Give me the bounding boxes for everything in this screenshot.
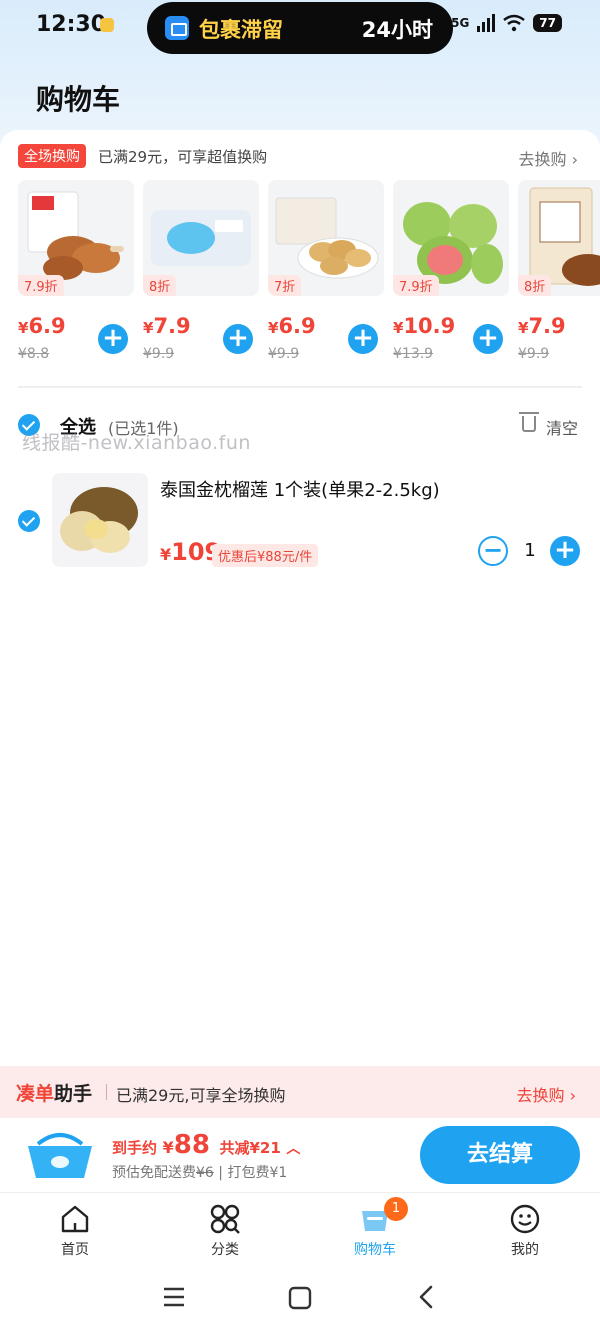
clear-button[interactable]: 清空	[546, 415, 578, 439]
discount-badge: 7.9折	[18, 275, 64, 296]
checkout-button[interactable]: 去结算	[420, 1126, 580, 1184]
order-helper-bar: 凑单助手 已满29元,可享全场换购 去换购 ›	[0, 1066, 600, 1118]
island-text: 包裹滞留	[199, 18, 283, 42]
after-discount-badge: 优惠后¥88元/件	[212, 544, 319, 567]
cart-count-badge: 1	[384, 1197, 408, 1221]
add-to-cart-button[interactable]: +	[98, 324, 128, 354]
basket-icon	[28, 1133, 92, 1178]
product-card[interactable]: 8折 ¥7.9 + ¥9.9	[143, 180, 260, 370]
original-price: ¥8.8	[18, 346, 50, 362]
product-card[interactable]: 7.9折 ¥10.9 + ¥13.9	[393, 180, 510, 370]
product-price: ¥7.9	[518, 314, 566, 338]
product-price: ¥7.9	[143, 314, 191, 338]
promo-go-button[interactable]: 去换购 ›	[518, 146, 578, 170]
island-duration: 24小时	[361, 18, 433, 42]
category-icon	[210, 1204, 240, 1234]
beef-tofu-snack-image: 8折	[518, 180, 600, 296]
helper-go-button[interactable]: 去换购 ›	[516, 1082, 576, 1106]
status-icons: 5G 77	[451, 14, 562, 32]
savings-text: 共减¥21	[219, 1139, 281, 1157]
battery-indicator: 77	[533, 14, 562, 32]
back-icon[interactable]	[416, 1284, 436, 1310]
home-icon	[61, 1205, 89, 1233]
exchange-products[interactable]: 7.9折 ¥6.9 + ¥8.8 8折 ¥7.9 + ¥9.9 7折 ¥6.9 …	[18, 180, 600, 370]
tab-profile[interactable]: 我的	[450, 1193, 600, 1263]
add-to-cart-button[interactable]: +	[348, 324, 378, 354]
helper-title: 凑单助手	[16, 1083, 93, 1105]
discount-badge: 8折	[143, 275, 177, 296]
original-price: ¥9.9	[518, 346, 550, 362]
divider	[18, 386, 582, 388]
profile-icon	[510, 1204, 540, 1234]
product-price: ¥6.9	[268, 314, 316, 338]
helper-description: 已满29元,可享全场换购	[116, 1086, 286, 1105]
status-time: 12:30	[36, 12, 107, 37]
discount-badge: 7.9折	[393, 275, 439, 296]
quantity-decrease-button[interactable]: −	[478, 536, 508, 566]
product-card[interactable]: 7.9折 ¥6.9 + ¥8.8	[18, 180, 135, 370]
discount-badge: 7折	[268, 275, 302, 296]
original-price: ¥9.9	[268, 346, 300, 362]
item-checkbox[interactable]	[18, 510, 40, 532]
watermark-text: 线报酷-new.xianbao.fun	[22, 432, 251, 454]
braised-chicken-leg-image: 7.9折	[18, 180, 134, 296]
original-price: ¥9.9	[143, 346, 175, 362]
product-price: ¥10.9	[393, 314, 456, 338]
home-square-icon[interactable]	[288, 1286, 312, 1310]
fee-info: 预估免配送费¥6 | 打包费¥1	[112, 1165, 288, 1181]
promo-tag: 全场换购	[18, 144, 86, 168]
helper-separator	[106, 1084, 107, 1100]
chevron-right-icon: ›	[571, 150, 578, 169]
add-to-cart-button[interactable]: +	[223, 324, 253, 354]
promo-description: 已满29元，可享超值换购	[98, 147, 268, 166]
discount-badge: 8折	[518, 275, 552, 296]
product-price: ¥6.9	[18, 314, 66, 338]
tab-home[interactable]: 首页	[0, 1193, 150, 1263]
promo-row: 全场换购 已满29元，可享超值换购 去换购 ›	[18, 144, 584, 170]
quantity-increase-button[interactable]: +	[550, 536, 580, 566]
wet-wipes-image: 8折	[143, 180, 259, 296]
page-title: 购物车	[36, 83, 121, 116]
estimated-total: 到手约 ¥88 共减¥21 ︿	[112, 1130, 301, 1160]
tab-category[interactable]: 分类	[150, 1193, 300, 1263]
add-to-cart-button[interactable]: +	[473, 324, 503, 354]
cart-item-title[interactable]: 泰国金枕榴莲 1个装(单果2-2.5kg)	[160, 476, 580, 502]
product-card[interactable]: 7折 ¥6.9 + ¥9.9	[268, 180, 385, 370]
durian-image[interactable]	[52, 473, 148, 567]
system-navigation-bar	[0, 1262, 600, 1333]
dynamic-island[interactable]: 包裹滞留 24小时	[147, 2, 453, 54]
product-card[interactable]: 8折 ¥7.9 ¥9.9	[518, 180, 600, 370]
network-label: 5G	[451, 16, 470, 30]
menu-icon[interactable]	[162, 1286, 186, 1308]
signal-icon	[477, 14, 496, 32]
promo-go-label: 去换购	[518, 150, 567, 169]
notification-icon	[100, 18, 114, 32]
chevron-up-icon[interactable]: ︿	[286, 1141, 300, 1157]
quantity-value: 1	[524, 540, 536, 561]
bottom-tab-bar: 首页 分类 1 购物车 我的	[0, 1192, 600, 1262]
trash-icon[interactable]	[519, 412, 539, 432]
dumplings-image: 7折	[268, 180, 384, 296]
checkout-bar: 到手约 ¥88 共减¥21 ︿ 预估免配送费¥6 | 打包费¥1 去结算	[0, 1118, 600, 1192]
tab-cart[interactable]: 1 购物车	[300, 1193, 450, 1263]
wifi-icon	[503, 14, 526, 32]
cart-card: 全场换购 已满29元，可享超值换购 去换购 › 7.9折 ¥6.9 + ¥8.8	[0, 130, 600, 1070]
original-shipping-fee: ¥6	[196, 1165, 214, 1181]
guava-image: 7.9折	[393, 180, 509, 296]
chevron-right-icon: ›	[569, 1086, 576, 1105]
original-price: ¥13.9	[393, 346, 434, 362]
package-icon	[165, 16, 189, 40]
